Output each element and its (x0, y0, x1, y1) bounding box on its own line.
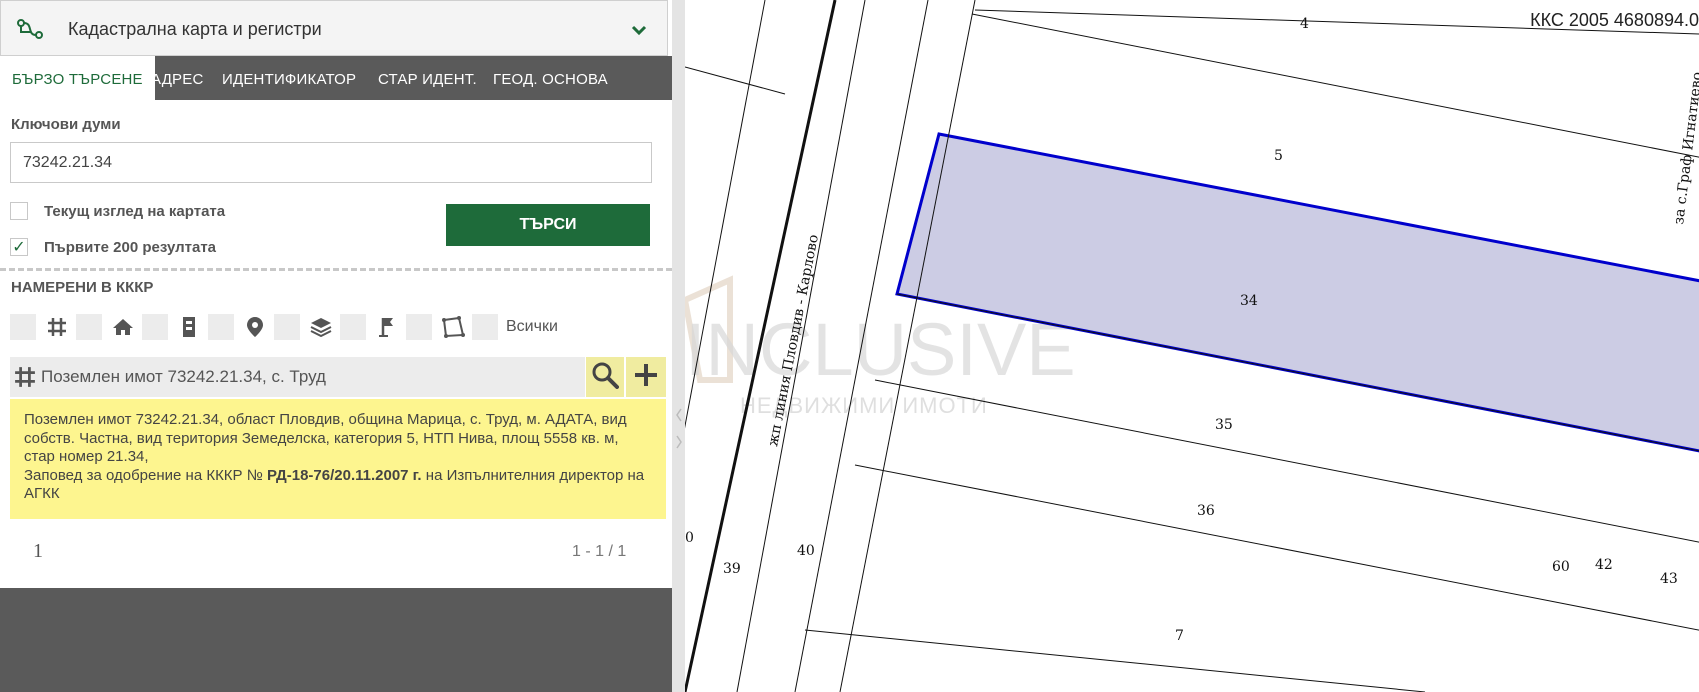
result-details: Поземлен имот 73242.21.34, област Пловди… (10, 399, 666, 519)
parcel-label: 60 (1552, 559, 1570, 575)
tab-quick-search[interactable]: БЪРЗО ТЪРСЕНЕ (0, 56, 155, 100)
filter-checkbox-building[interactable] (142, 314, 168, 340)
plus-icon (633, 362, 659, 393)
section-divider (0, 268, 672, 271)
filter-checkbox-flag[interactable] (340, 314, 366, 340)
parcel-label: 4 (1300, 16, 1309, 32)
add-result-button[interactable] (626, 357, 666, 397)
parcel-label: 43 (1660, 571, 1678, 587)
parcel-label: 42 (1595, 557, 1613, 573)
page-number[interactable]: 1 (33, 540, 43, 563)
filter-checkbox-all[interactable] (472, 314, 498, 340)
parcel-label: 34 (1240, 293, 1258, 309)
grid-icon (14, 366, 36, 393)
tab-old-identifier[interactable]: СТАР ИДЕНТ. (378, 56, 477, 100)
chevron-down-icon[interactable] (631, 23, 647, 41)
keywords-input[interactable] (10, 142, 652, 183)
layers-icon (308, 314, 334, 340)
app-header[interactable]: Кадастрална карта и регистри (0, 0, 668, 56)
flag-icon (374, 314, 400, 340)
order-prefix: Заповед за одобрение на КККР № (24, 466, 263, 484)
side-panel: Кадастрална карта и регистри БЪРЗО ТЪРСЕ… (0, 0, 672, 692)
parcel-label: 40 (797, 543, 815, 559)
road-label: за с.Граф Игнатиево (1671, 71, 1699, 225)
result-details-text: Поземлен имот 73242.21.34, област Пловди… (24, 411, 627, 465)
results-title: НАМЕРЕНИ В КККР (11, 279, 154, 296)
order-number[interactable]: РД-18-76/20.11.2007 г. (267, 467, 422, 484)
zoom-to-result-button[interactable] (586, 357, 624, 397)
current-view-label: Текущ изглед на картата (44, 203, 226, 220)
search-button[interactable]: ТЪРСИ (446, 204, 650, 246)
watermark-text: INCLUSIVE (685, 308, 1076, 391)
parcel-label: 7 (1175, 628, 1184, 644)
parcel-label: 0 (685, 530, 694, 546)
search-icon (591, 361, 619, 394)
app-title: Кадастрална карта и регистри (68, 19, 322, 39)
polygon-icon (440, 314, 466, 340)
result-item-title: Поземлен имот 73242.21.34, с. Труд (41, 367, 326, 386)
current-view-checkbox[interactable] (10, 202, 28, 220)
filter-checkbox-grid[interactable] (10, 314, 36, 340)
grid-icon (44, 314, 70, 340)
results-range: 1 - 1 / 1 (572, 543, 627, 560)
filter-checkbox-house[interactable] (76, 314, 102, 340)
tab-address[interactable]: АДРЕС (151, 56, 204, 100)
location-pin-icon (242, 314, 268, 340)
route-logo-icon (17, 18, 43, 45)
first200-label: Първите 200 резултата (44, 239, 217, 256)
parcel-label: 35 (1215, 417, 1233, 433)
parcel-label: 39 (723, 561, 741, 577)
result-item[interactable]: Поземлен имот 73242.21.34, с. Труд (10, 357, 585, 397)
tab-identifier[interactable]: ИДЕНТИФИКАТОР (222, 56, 356, 100)
panel-splitter[interactable] (672, 0, 685, 692)
filter-checkbox-location[interactable] (208, 314, 234, 340)
filter-all-label: Всички (506, 318, 558, 335)
building-icon (176, 314, 202, 340)
filter-checkbox-layers[interactable] (274, 314, 300, 340)
house-icon (110, 314, 136, 340)
keywords-label: Ключови думи (11, 116, 121, 133)
parcel-label: 5 (1274, 148, 1283, 164)
first200-checkbox[interactable]: ✓ (10, 238, 28, 256)
parcel-label: 36 (1197, 503, 1215, 519)
highlighted-parcel[interactable] (895, 132, 1699, 472)
tab-geodetic-base[interactable]: ГЕОД. ОСНОВА (493, 56, 608, 100)
coordinate-readout: ККС 2005 4680894.0 (1530, 10, 1699, 30)
filter-checkbox-polygon[interactable] (406, 314, 432, 340)
search-tabs: БЪРЗО ТЪРСЕНЕ АДРЕС ИДЕНТИФИКАТОР СТАР И… (0, 56, 672, 100)
cadastral-map[interactable]: INCLUSIVE НЕДВИЖИМИ ИМОТИ 4 5 34 35 36 7… (685, 0, 1699, 692)
